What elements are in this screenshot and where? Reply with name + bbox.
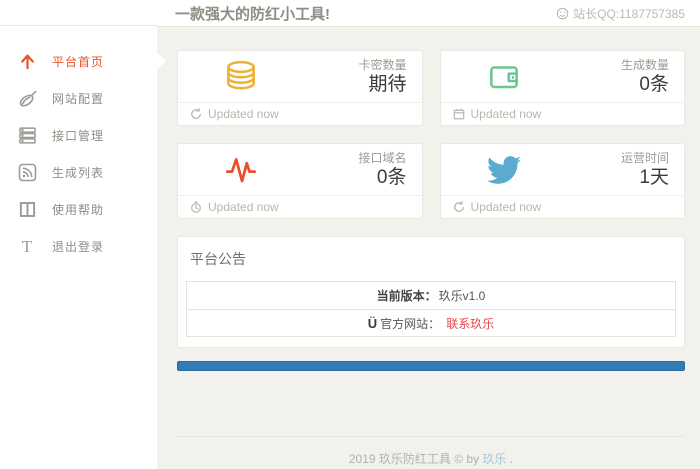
card-body: 生成数量 0条 bbox=[441, 51, 685, 102]
sidebar-item-label: 生成列表 bbox=[52, 164, 104, 181]
card-value: 0条 bbox=[358, 166, 406, 189]
sidebar-item-logout[interactable]: T 退出登录 bbox=[0, 228, 157, 265]
footer-brand-link[interactable]: 玖乐 bbox=[482, 452, 506, 466]
card-label: 接口域名 bbox=[358, 151, 406, 166]
refresh-icon bbox=[190, 108, 202, 120]
card-label: 卡密数量 bbox=[358, 58, 406, 73]
sidebar-item-site-config[interactable]: 网站配置 bbox=[0, 80, 157, 117]
sidebar-item-help[interactable]: 使用帮助 bbox=[0, 191, 157, 228]
stat-card-api-domains: 接口域名 0条 Updated now bbox=[177, 143, 423, 219]
sidebar-item-label: 网站配置 bbox=[52, 90, 104, 107]
top-bar: 一款强大的防红小工具! 站长QQ:1187757385 bbox=[157, 0, 700, 27]
card-footer-refresh[interactable]: Updated now bbox=[178, 102, 422, 125]
smiley-icon bbox=[556, 7, 569, 20]
columns-icon bbox=[17, 199, 38, 220]
card-footer-label: Updated now bbox=[471, 107, 542, 121]
database-icon bbox=[221, 57, 261, 97]
page-footer: 2019 玖乐防红工具 © by 玖乐 . bbox=[177, 436, 685, 467]
progress-bar bbox=[177, 361, 685, 371]
refresh-icon bbox=[453, 201, 465, 213]
sidebar-header bbox=[0, 0, 157, 26]
stat-card-card-count: 卡密数量 期待 Updated now bbox=[177, 50, 423, 126]
magnet-icon: Ü bbox=[368, 316, 377, 331]
version-label: 当前版本： bbox=[377, 287, 437, 304]
stat-card-generated-count: 生成数量 0条 Updated now bbox=[440, 50, 686, 126]
footer-text: 2019 玖乐防红工具 © by bbox=[349, 452, 479, 466]
card-meta: 接口域名 0条 bbox=[358, 151, 406, 189]
stat-cards-row-1: 卡密数量 期待 Updated now bbox=[177, 50, 685, 126]
announcement-title: 平台公告 bbox=[190, 249, 676, 269]
sidebar-item-label: 接口管理 bbox=[52, 127, 104, 144]
sidebar-item-label: 平台首页 bbox=[52, 53, 104, 70]
sidebar-item-label: 退出登录 bbox=[52, 238, 104, 255]
stat-card-runtime: 运营时间 1天 Updated now bbox=[440, 143, 686, 219]
pulse-icon bbox=[221, 150, 261, 190]
card-footer-label: Updated now bbox=[471, 200, 542, 214]
server-icon bbox=[17, 125, 38, 146]
announcement-panel: 平台公告 当前版本： 玖乐v1.0 Ü 官方网站： 联系玖乐 bbox=[177, 236, 685, 348]
sidebar-item-home[interactable]: 平台首页 bbox=[0, 43, 157, 80]
wallet-icon bbox=[484, 57, 524, 97]
sidebar-item-label: 使用帮助 bbox=[52, 201, 104, 218]
card-label: 运营时间 bbox=[621, 151, 669, 166]
card-meta: 卡密数量 期待 bbox=[358, 58, 406, 96]
announcement-row-version: 当前版本： 玖乐v1.0 bbox=[187, 282, 675, 309]
card-body: 运营时间 1天 bbox=[441, 144, 685, 195]
card-body: 卡密数量 期待 bbox=[178, 51, 422, 102]
card-meta: 生成数量 0条 bbox=[621, 58, 669, 96]
card-label: 生成数量 bbox=[621, 58, 669, 73]
brush-icon bbox=[17, 88, 38, 109]
card-value: 0条 bbox=[621, 73, 669, 96]
active-item-notch bbox=[157, 53, 166, 69]
stat-cards-row-2: 接口域名 0条 Updated now bbox=[177, 143, 685, 219]
main-area: 一款强大的防红小工具! 站长QQ:1187757385 bbox=[157, 0, 700, 469]
card-footer-label: Updated now bbox=[208, 107, 279, 121]
card-footer-refresh[interactable]: Updated now bbox=[441, 195, 685, 218]
card-meta: 运营时间 1天 bbox=[621, 151, 669, 189]
webmaster-qq: 站长QQ:1187757385 bbox=[556, 5, 685, 22]
rss-icon bbox=[17, 162, 38, 183]
contact-link[interactable]: 联系玖乐 bbox=[446, 315, 494, 332]
calendar-icon bbox=[453, 108, 465, 120]
card-value: 期待 bbox=[358, 73, 406, 96]
card-footer-label: Updated now bbox=[208, 200, 279, 214]
arrow-up-icon bbox=[17, 51, 38, 72]
clock-icon bbox=[190, 201, 202, 213]
announcement-row-website: Ü 官方网站： 联系玖乐 bbox=[187, 309, 675, 336]
card-footer-refresh[interactable]: Updated now bbox=[441, 102, 685, 125]
version-value: 玖乐v1.0 bbox=[439, 287, 486, 304]
sidebar-menu: 平台首页 网站配置 bbox=[0, 26, 157, 265]
sidebar-item-generate-list[interactable]: 生成列表 bbox=[0, 154, 157, 191]
page-title: 一款强大的防红小工具! bbox=[175, 3, 556, 24]
twitter-icon bbox=[484, 150, 524, 190]
announcement-table: 当前版本： 玖乐v1.0 Ü 官方网站： 联系玖乐 bbox=[186, 281, 676, 337]
qq-label: 站长QQ:1187757385 bbox=[573, 5, 685, 22]
content: 卡密数量 期待 Updated now bbox=[157, 27, 700, 467]
sidebar: 平台首页 网站配置 bbox=[0, 0, 157, 469]
card-footer-refresh[interactable]: Updated now bbox=[178, 195, 422, 218]
footer-suffix: . bbox=[510, 452, 513, 466]
sidebar-item-api-manage[interactable]: 接口管理 bbox=[0, 117, 157, 154]
card-body: 接口域名 0条 bbox=[178, 144, 422, 195]
website-label: 官方网站： bbox=[380, 315, 440, 332]
card-value: 1天 bbox=[621, 166, 669, 189]
text-icon: T bbox=[17, 236, 38, 257]
